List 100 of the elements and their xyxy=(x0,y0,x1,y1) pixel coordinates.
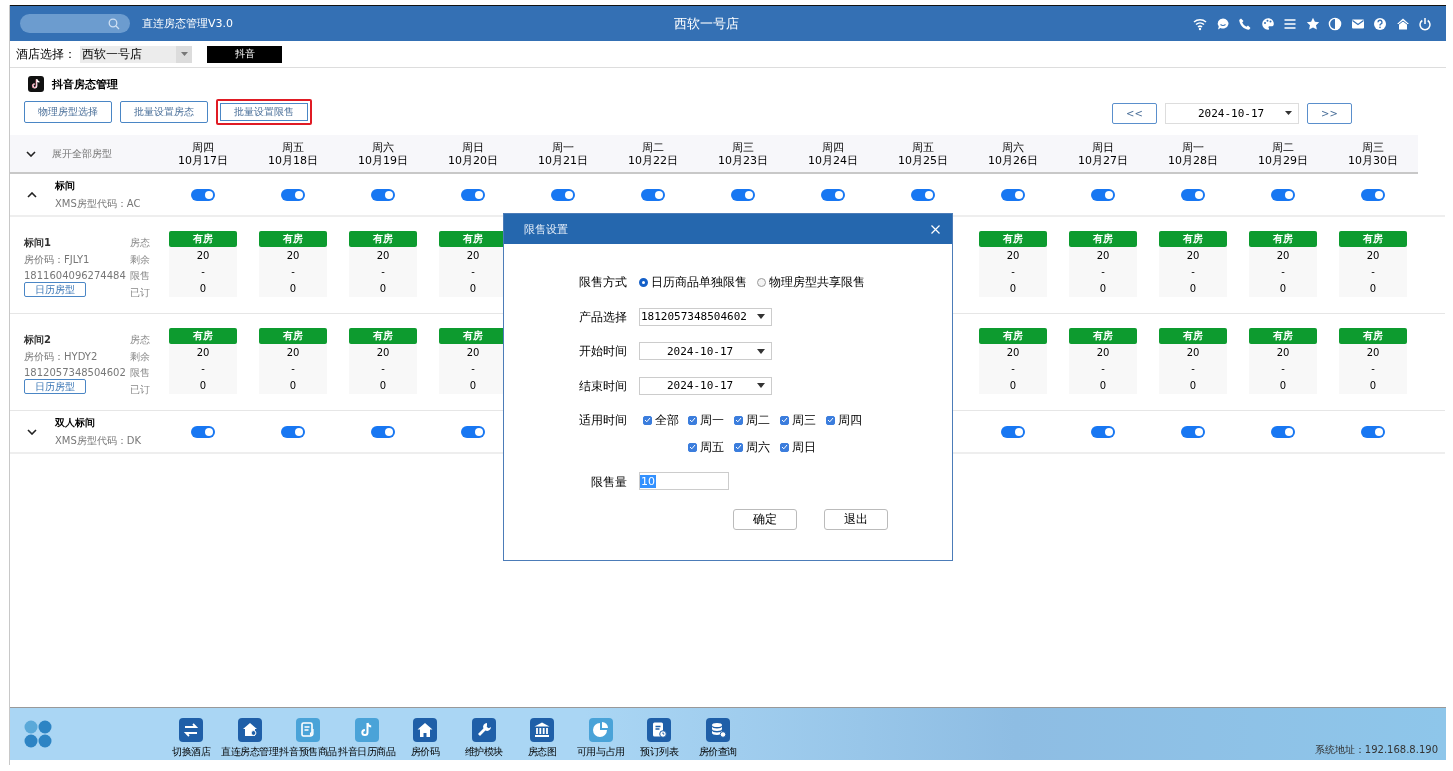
wifi-icon[interactable] xyxy=(1193,16,1207,31)
toggle-switch[interactable] xyxy=(911,188,935,201)
dropdown-field[interactable]: 1812057348504602 xyxy=(639,307,772,326)
toggle-switch[interactable] xyxy=(371,188,395,201)
table-cell: 20 xyxy=(349,247,417,264)
toggle-switch[interactable] xyxy=(821,188,845,201)
weekday-label: 周五 xyxy=(282,140,304,154)
next-button[interactable]: >> xyxy=(1307,102,1352,124)
room-name: 标间2 xyxy=(24,332,52,347)
toggle-switch[interactable] xyxy=(1361,188,1385,201)
table-cell: 20 xyxy=(1069,344,1137,361)
room-type-code: XMS房型代码：DK xyxy=(55,433,142,448)
search-field[interactable] xyxy=(20,14,130,33)
dock-item[interactable]: 维护模块 xyxy=(454,709,513,759)
checkbox-option[interactable]: 周五 xyxy=(688,438,734,456)
channel-tab[interactable]: 抖音 xyxy=(207,45,282,63)
weekday-label: 周六 xyxy=(1002,140,1024,154)
toggle-switch[interactable] xyxy=(191,425,215,438)
chevron-up-icon[interactable] xyxy=(27,191,37,198)
checkbox-option[interactable]: 全部 xyxy=(643,411,688,429)
checkbox-option[interactable]: 周日 xyxy=(780,438,826,456)
calendar-room-button[interactable]: 日历房型 xyxy=(24,378,86,394)
weekday-label: 周三 xyxy=(732,140,754,154)
field-label: 结束时间 xyxy=(578,377,627,395)
calendar-room-button[interactable]: 日历房型 xyxy=(24,281,86,297)
toggle-switch[interactable] xyxy=(1181,425,1205,438)
date-label: 10月17日 xyxy=(178,153,228,167)
home-icon xyxy=(413,717,438,742)
app-title: 直连房态管理V3.0 xyxy=(142,16,234,31)
system-address: 系统地址：192.168.8.190 xyxy=(1314,743,1438,757)
power-icon[interactable] xyxy=(1418,16,1432,31)
dock-item[interactable]: 直连房态管理 xyxy=(220,709,279,759)
palette-icon[interactable] xyxy=(1260,16,1275,31)
prev-button[interactable]: << xyxy=(1112,102,1157,124)
action-button[interactable]: 批量设置房态 xyxy=(120,101,208,123)
dock-item[interactable]: 抖音日历商品 xyxy=(337,709,396,759)
hotel-dropdown[interactable]: 西软一号店 xyxy=(80,45,192,63)
chevron-down-icon[interactable] xyxy=(27,428,37,435)
expand-all-link[interactable]: 展开全部房型 xyxy=(52,146,112,161)
date-label: 10月27日 xyxy=(1078,153,1128,167)
toggle-switch[interactable] xyxy=(371,425,395,438)
confirm-button[interactable]: 确定 xyxy=(733,508,797,530)
caret-icon xyxy=(757,348,765,354)
contrast-icon[interactable] xyxy=(1328,16,1342,31)
toggle-switch[interactable] xyxy=(1091,425,1115,438)
dock-item[interactable]: 房态图 xyxy=(513,709,572,759)
checkbox-option[interactable]: 周二 xyxy=(734,411,780,429)
bank-icon xyxy=(530,717,555,742)
toggle-switch[interactable] xyxy=(1001,425,1025,438)
weekday-label: 周六 xyxy=(372,140,394,154)
toggle-switch[interactable] xyxy=(1181,188,1205,201)
date-label: 10月29日 xyxy=(1258,153,1308,167)
toggle-switch[interactable] xyxy=(1271,188,1295,201)
table-cell: 20 xyxy=(1249,247,1317,264)
dropdown-field[interactable]: 2024-10-17 xyxy=(639,376,772,395)
toggle-switch[interactable] xyxy=(551,188,575,201)
dock-item[interactable]: 房价码 xyxy=(396,709,455,759)
action-button[interactable]: 物理房型选择 xyxy=(24,101,112,123)
toggle-switch[interactable] xyxy=(461,188,485,201)
checkbox-option[interactable]: 周六 xyxy=(734,438,780,456)
chevron-down-icon[interactable] xyxy=(26,150,36,157)
date-dropdown[interactable]: 2024-10-17 xyxy=(1165,102,1299,124)
clover-logo-icon[interactable] xyxy=(24,720,52,748)
row-label: 房态 xyxy=(130,237,150,250)
star-icon[interactable] xyxy=(1305,16,1320,31)
close-icon[interactable] xyxy=(931,224,940,234)
toggle-switch[interactable] xyxy=(731,188,755,201)
toggle-switch[interactable] xyxy=(641,188,665,201)
toggle-switch[interactable] xyxy=(1091,188,1115,201)
toggle-switch[interactable] xyxy=(281,188,305,201)
dropdown-field[interactable]: 2024-10-17 xyxy=(639,342,772,360)
radio-option[interactable]: 物理房型共享限售 xyxy=(757,273,865,291)
dock-item[interactable]: 抖音预售商品 xyxy=(279,709,338,759)
chat-icon[interactable] xyxy=(1215,16,1230,31)
dock-item[interactable]: 切换酒店 xyxy=(162,709,221,759)
exit-button[interactable]: 退出 xyxy=(824,508,888,530)
menu-icon[interactable] xyxy=(1283,16,1297,31)
caret-icon xyxy=(1285,111,1292,115)
phone-icon[interactable] xyxy=(1238,16,1252,31)
check-icon xyxy=(689,444,696,450)
action-button[interactable]: 批量设置限售 xyxy=(216,99,312,125)
toggle-switch[interactable] xyxy=(191,188,215,201)
toggle-switch[interactable] xyxy=(1361,425,1385,438)
dock-item[interactable]: 预订列表 xyxy=(630,709,689,759)
toggle-switch[interactable] xyxy=(1001,188,1025,201)
dock-item[interactable]: 可用与占用 xyxy=(571,709,630,759)
home-icon[interactable] xyxy=(1395,16,1410,31)
radio-option[interactable]: 日历商品单独限售 xyxy=(639,273,747,291)
checkbox-option[interactable]: 周四 xyxy=(826,411,872,429)
house-icon xyxy=(237,717,262,742)
checkbox-option[interactable]: 周一 xyxy=(688,411,734,429)
dock-item[interactable]: 房价查询 xyxy=(688,709,747,759)
toggle-switch[interactable] xyxy=(461,425,485,438)
pie-chart-icon xyxy=(588,717,613,742)
help-icon[interactable] xyxy=(1373,16,1387,31)
checkbox-option[interactable]: 周三 xyxy=(780,411,826,429)
date-label: 10月22日 xyxy=(628,153,678,167)
toggle-switch[interactable] xyxy=(1271,425,1295,438)
toggle-switch[interactable] xyxy=(281,425,305,438)
table-cell: 0 xyxy=(349,280,417,297)
